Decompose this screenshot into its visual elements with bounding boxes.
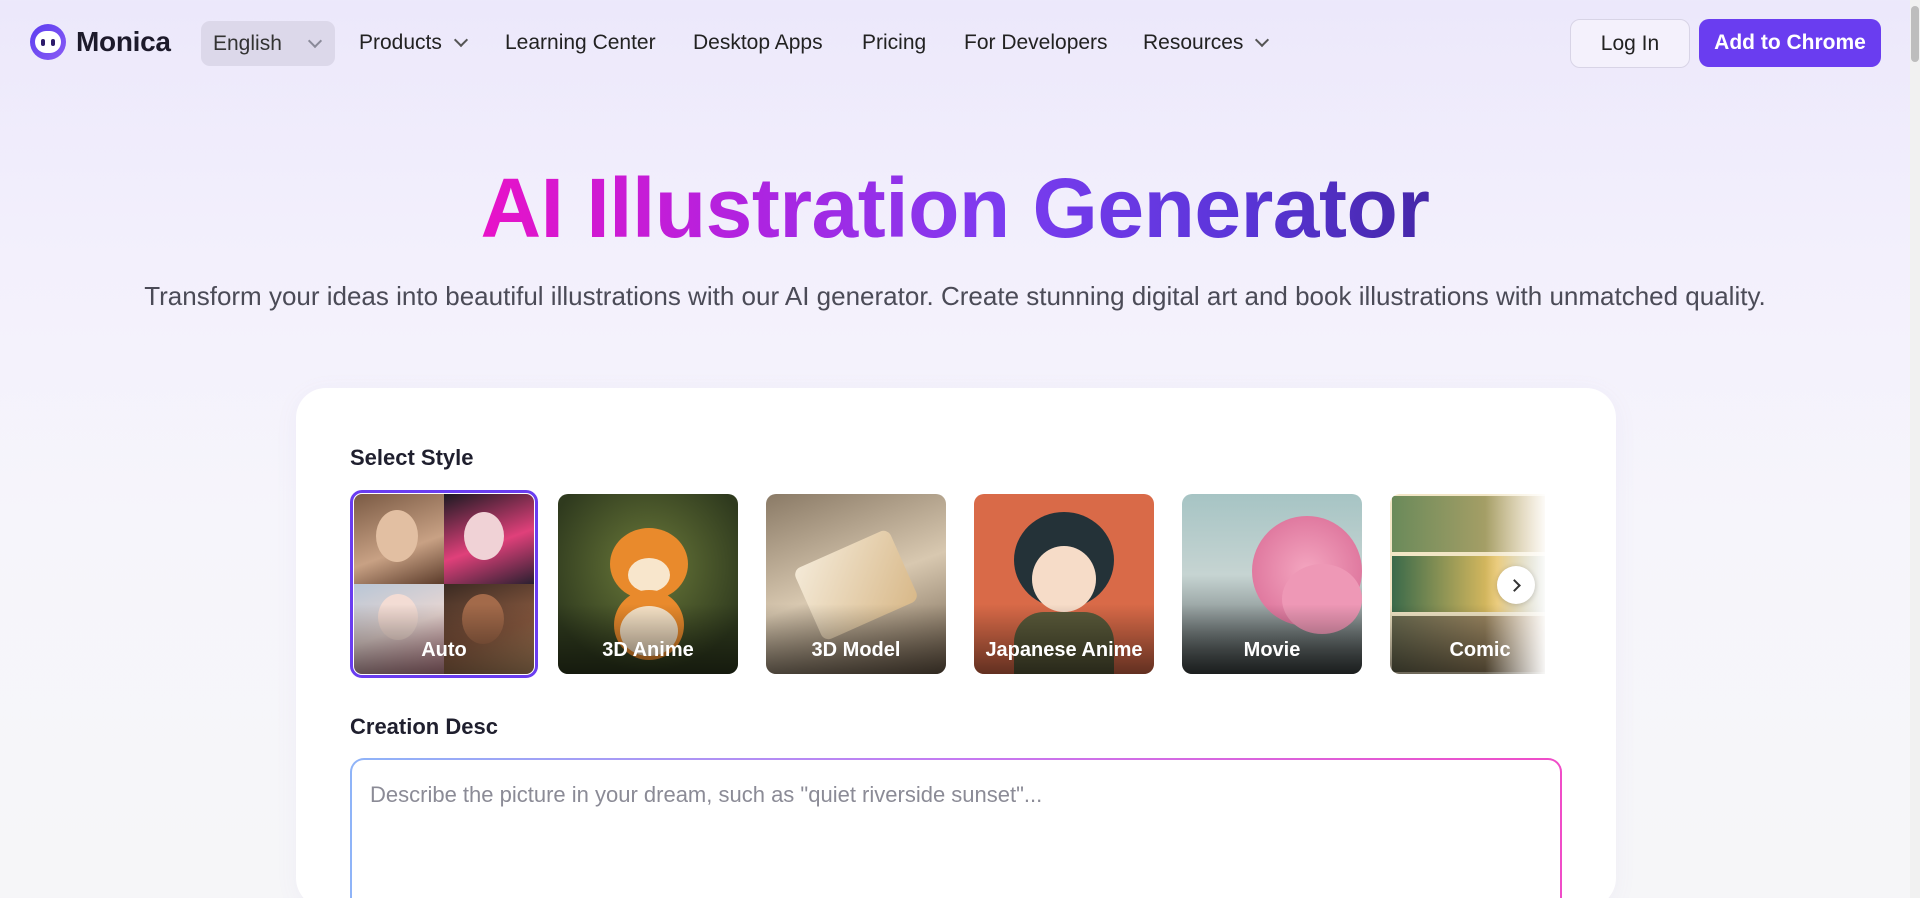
- style-option-auto[interactable]: Auto: [350, 490, 538, 678]
- chevron-right-icon: [1507, 578, 1521, 592]
- scrollbar-thumb[interactable]: [1911, 6, 1919, 62]
- nav-learning-center[interactable]: Learning Center: [505, 31, 656, 55]
- chevron-down-icon: [1255, 32, 1270, 48]
- add-to-chrome-button[interactable]: Add to Chrome: [1699, 19, 1881, 67]
- style-label-3d-model: 3D Model: [766, 604, 946, 674]
- style-option-3d-model[interactable]: 3D Model: [766, 494, 946, 674]
- select-style-label: Select Style: [350, 445, 474, 470]
- style-carousel: Auto 3D Anime 3D Model Japanese Anime Mo…: [350, 490, 1545, 678]
- language-select[interactable]: English: [201, 21, 335, 66]
- style-thumbnail: Movie: [1182, 494, 1362, 674]
- nav-for-developers[interactable]: For Developers: [964, 31, 1108, 55]
- style-option-movie[interactable]: Movie: [1182, 494, 1362, 674]
- generator-card: Select Style Auto 3D Anime 3D Model Japa…: [296, 388, 1616, 898]
- style-label-movie: Movie: [1182, 604, 1362, 674]
- creation-desc-input[interactable]: [370, 782, 1542, 894]
- style-thumbnail: Japanese Anime: [974, 494, 1154, 674]
- nav-for-developers-label: For Developers: [964, 31, 1108, 54]
- page-title: AI Illustration Generator: [480, 161, 1431, 255]
- language-label: English: [213, 31, 282, 55]
- chevron-down-icon: [453, 32, 468, 48]
- nav-pricing[interactable]: Pricing: [862, 31, 926, 55]
- page-subtitle: Transform your ideas into beautiful illu…: [144, 281, 1766, 311]
- nav-desktop-apps[interactable]: Desktop Apps: [693, 31, 823, 55]
- nav-desktop-apps-label: Desktop Apps: [693, 31, 823, 54]
- nav-products-label: Products: [359, 31, 442, 54]
- login-button[interactable]: Log In: [1570, 19, 1690, 68]
- style-option-3d-anime[interactable]: 3D Anime: [558, 494, 738, 674]
- page-scrollbar[interactable]: [1910, 0, 1920, 898]
- carousel-next-button[interactable]: [1497, 566, 1535, 604]
- style-thumbnail: 3D Model: [766, 494, 946, 674]
- nav-resources-label: Resources: [1143, 31, 1244, 54]
- style-thumbnail: Auto: [354, 494, 534, 674]
- style-label-3d-anime: 3D Anime: [558, 604, 738, 674]
- chevron-down-icon: [307, 33, 322, 48]
- nav-pricing-label: Pricing: [862, 31, 927, 54]
- style-option-japanese-anime[interactable]: Japanese Anime: [974, 494, 1154, 674]
- creation-desc-inner: [352, 760, 1560, 898]
- monica-logo-icon: [30, 24, 66, 60]
- style-label-auto: Auto: [354, 604, 534, 674]
- nav-learning-center-label: Learning Center: [505, 31, 656, 54]
- style-thumbnail: 3D Anime: [558, 494, 738, 674]
- nav-resources[interactable]: Resources: [1143, 31, 1270, 55]
- logo-text: Monica: [76, 26, 171, 57]
- top-nav: Monica English Products Learning Center …: [0, 0, 1910, 88]
- creation-desc-label: Creation Desc: [350, 714, 498, 739]
- logo[interactable]: Monica: [30, 24, 171, 60]
- creation-desc-field: [350, 758, 1562, 898]
- style-label-japanese-anime: Japanese Anime: [974, 604, 1154, 674]
- nav-products[interactable]: Products: [359, 31, 468, 55]
